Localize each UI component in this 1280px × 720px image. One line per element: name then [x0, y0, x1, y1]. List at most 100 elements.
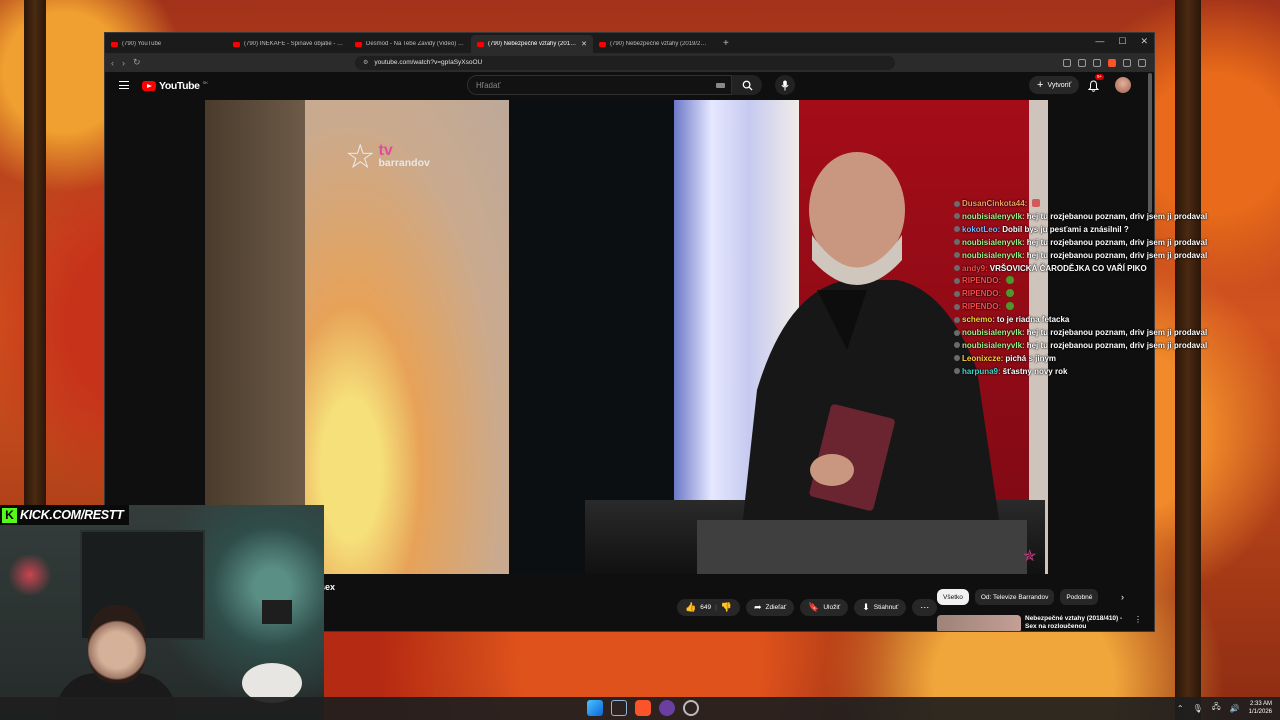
chat-badge-icon — [954, 252, 960, 259]
notifications-icon[interactable] — [1087, 79, 1100, 97]
address-bar[interactable]: ⚙ youtube.com/watch?v=gpIaSyXsoOU — [355, 55, 895, 70]
maximize-icon[interactable]: ☐ — [1118, 36, 1126, 47]
chat-username: RIPENDO: — [962, 302, 1002, 312]
brave-shield-icon[interactable] — [1108, 58, 1116, 67]
brave-browser-icon[interactable] — [635, 700, 651, 716]
site-info-icon[interactable]: ⚙ — [363, 59, 368, 66]
volume-icon[interactable]: 🔊 — [1230, 704, 1240, 713]
tab-0[interactable]: (790) YouTube — [105, 35, 227, 53]
more-vert-icon[interactable]: ⋮ — [1134, 615, 1142, 631]
network-icon[interactable]: 🖧 — [1212, 701, 1221, 715]
chat-text: hej tu rozjebanou poznam, driv jsem ji p… — [1026, 211, 1208, 221]
chat-username: noubisialenyvlk: — [962, 250, 1025, 260]
minimize-icon[interactable]: — — [1095, 36, 1104, 47]
share-button[interactable]: ➦ Zdieľať — [746, 599, 795, 616]
forward-icon[interactable]: › — [122, 58, 125, 68]
chip-from-channel[interactable]: Od: Televize Barrandov — [974, 589, 1055, 605]
chat-badge-icon — [954, 239, 960, 246]
reload-icon[interactable]: ↻ — [133, 57, 141, 68]
extension-icon[interactable] — [1093, 58, 1101, 67]
back-icon[interactable]: ‹ — [111, 58, 114, 68]
like-button[interactable]: 👍 649 | 👎 — [677, 599, 740, 616]
chat-badge-icon — [954, 316, 960, 323]
youtube-logo[interactable]: YouTube SK — [142, 80, 208, 92]
chat-username: noubisialenyvlk: — [962, 211, 1025, 221]
window-controls: — ☐ ✕ — [1095, 36, 1148, 47]
create-button[interactable]: + Vytvoriť — [1029, 76, 1080, 94]
chat-text: hej tu rozjebanou poznam, driv jsem ji p… — [1026, 328, 1208, 338]
chat-badge-icon — [954, 303, 960, 310]
tv-barrandov-logo: ☆ tv barrandov — [345, 138, 430, 176]
extension-icon[interactable] — [1078, 58, 1086, 67]
obs-icon[interactable] — [659, 700, 675, 716]
settings-icon[interactable] — [683, 700, 699, 716]
chat-badge-icon — [954, 200, 960, 207]
start-menu-icon[interactable] — [587, 700, 603, 716]
video-player[interactable]: ☆ tv barrandov ✯ — [205, 100, 1048, 574]
close-window-icon[interactable]: ✕ — [1140, 36, 1148, 47]
chat-badge-icon — [954, 355, 960, 362]
kick-logo-icon: K — [2, 507, 17, 523]
keyboard-icon[interactable] — [716, 83, 725, 88]
chat-text: to je riadna fetacka — [996, 315, 1070, 325]
avatar[interactable] — [1115, 77, 1131, 93]
chat-message: noubisialenyvlk: hej tu rozjebanou poznam… — [954, 340, 1224, 353]
search-icon — [742, 80, 753, 91]
tab-3-active[interactable]: (790) Nebezpečné vztahy (2019/258)✕ — [471, 35, 593, 53]
chat-text: šťastny novy rok — [1002, 366, 1068, 376]
menu-icon[interactable] — [119, 81, 129, 89]
tab-bar: (790) YouTube (790) INEKAFE - Špinavé ob… — [105, 33, 1154, 53]
chat-badge-icon — [954, 213, 960, 220]
chat-username: harpuna9: — [962, 366, 1001, 376]
chat-badge-icon — [954, 226, 960, 233]
save-button[interactable]: 🔖 Uložiť — [800, 599, 849, 616]
file-explorer-icon[interactable] — [611, 700, 627, 716]
youtube-header: YouTube SK Hľadať + Vytvoriť 9+ — [105, 72, 1154, 100]
chat-message: noubisialenyvlk: hej tu rozjebanou poznam… — [954, 211, 1224, 224]
recommended-video[interactable]: Nebezpečné vztahy (2018/410) - Sex na ro… — [937, 615, 1142, 631]
youtube-favicon-icon — [233, 41, 240, 47]
video-actions: 👍 649 | 👎 ➦ Zdieľať 🔖 Uložiť ⬇ Stiahnuť ⋯ — [677, 599, 938, 616]
taskbar-apps — [587, 700, 699, 716]
tab-4[interactable]: (790) Nebezpečné vztahy (2019/258) — [593, 35, 715, 53]
recommendation-chips: Všetko Od: Televize Barrandov Podobné — [937, 589, 1099, 605]
close-tab-icon[interactable]: ✕ — [581, 40, 587, 48]
new-tab-button[interactable]: + — [715, 35, 737, 53]
page-scrollbar[interactable] — [1148, 73, 1152, 213]
tab-1[interactable]: (790) INEKAFE - Špinavé objatie - YouTub… — [227, 35, 349, 53]
more-actions-button[interactable]: ⋯ — [912, 599, 938, 616]
mic-tray-icon[interactable]: 🎙 — [1193, 704, 1203, 713]
notification-count-badge: 9+ — [1095, 74, 1105, 80]
chevron-right-icon[interactable]: › — [1121, 592, 1124, 602]
chat-message: noubisialenyvlk: hej tu rozjebanou poznam… — [954, 250, 1224, 263]
extension-icon[interactable] — [1123, 58, 1131, 67]
youtube-favicon-icon — [477, 41, 484, 47]
download-button[interactable]: ⬇ Stiahnuť — [854, 599, 907, 616]
voice-search-button[interactable] — [775, 75, 795, 95]
search-button[interactable] — [732, 75, 762, 95]
chat-text: pichá s jiným — [1005, 353, 1057, 363]
chat-message: DusanCinkota44: — [954, 198, 1224, 211]
chevron-up-icon[interactable]: ⌃ — [1177, 704, 1184, 713]
search-input[interactable]: Hľadať — [467, 75, 732, 95]
chat-badge-icon — [954, 342, 960, 349]
chat-emote-icon — [1006, 302, 1015, 311]
chip-all[interactable]: Všetko — [937, 589, 969, 605]
plus-icon: + — [1037, 79, 1044, 91]
address-bar-row: ‹ › ↻ ⚙ youtube.com/watch?v=gpIaSyXsoOU — [105, 53, 1154, 72]
chat-text: hej tu rozjebanou poznam, driv jsem ji p… — [1026, 250, 1208, 260]
recommended-thumbnail[interactable] — [937, 615, 1021, 631]
menu-icon[interactable] — [1138, 58, 1146, 67]
chat-message: andy9: VRŠOVICKÁ ČARODĚJKA CO VAŘÍ PIKO — [954, 263, 1224, 276]
chat-badge-icon — [954, 265, 960, 272]
extension-icon[interactable] — [1063, 58, 1071, 67]
chip-related[interactable]: Podobné — [1060, 589, 1099, 605]
chat-text: Dobil bys ju pesťami a znásilnil ? — [1002, 224, 1129, 234]
chat-emote-icon — [1006, 289, 1015, 298]
tab-2[interactable]: Desmod - Na Tebe Zavidy (Video) - YouTub… — [349, 35, 471, 53]
webcam-lamp — [262, 600, 292, 624]
channel-watermark-icon: ✯ — [1023, 548, 1037, 565]
chat-username: RIPENDO: — [962, 289, 1002, 299]
extensions-area — [1063, 58, 1146, 67]
clock[interactable]: 2:33 AM 1/1/2026 — [1249, 700, 1272, 716]
